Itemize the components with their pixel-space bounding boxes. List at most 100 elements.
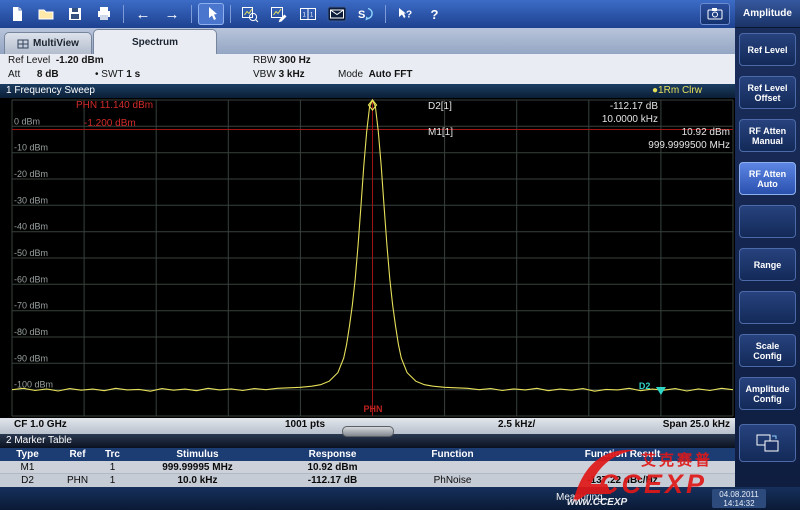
softkey-blank-1[interactable]	[739, 205, 796, 238]
col-function-result: Function Result	[510, 448, 735, 461]
date-time-display: 04.08.2011 14:14:32	[712, 489, 766, 508]
status-time: 14:14:32	[712, 499, 766, 508]
multiview-grid-icon	[17, 39, 29, 49]
zoom-trace-icon[interactable]	[237, 3, 263, 25]
back-icon[interactable]: ←	[130, 3, 156, 25]
sweep-window-title: 1 Frequency Sweep	[6, 85, 95, 96]
tab-spectrum-label: Spectrum	[132, 37, 178, 48]
svg-text:?: ?	[406, 10, 412, 21]
softkey-ref-level[interactable]: Ref Level	[739, 33, 796, 66]
window-splitter-handle[interactable]	[342, 426, 394, 437]
context-help-icon[interactable]: ?	[392, 3, 418, 25]
softkey-amplitude-config[interactable]: Amplitude Config	[739, 377, 796, 410]
cell-stimulus: 10.0 kHz	[125, 474, 270, 487]
toolbar-separator	[191, 5, 192, 23]
trace-info[interactable]: ●1Rm Clrw	[652, 85, 702, 96]
col-ref: Ref	[55, 448, 100, 461]
marker-table-row-d2[interactable]: D2 PHN 1 10.0 kHz -112.17 dB PhNoise -13…	[0, 474, 735, 487]
marker-table-row-m1[interactable]: M1 1 999.99995 MHz 10.92 dBm	[0, 461, 735, 474]
tab-multiview-label: MultiView	[33, 38, 79, 49]
settings-strip: Ref Level -1.20 dBm RBW 300 Hz Att 8 dB …	[0, 54, 735, 84]
softkey-range[interactable]: Range	[739, 248, 796, 281]
ref-level-setting[interactable]: Ref Level -1.20 dBm	[8, 55, 104, 66]
softkey-rf-atten-manual[interactable]: RF Atten Manual	[739, 119, 796, 152]
svg-text:-10 dBm: -10 dBm	[14, 143, 48, 153]
col-trc: Trc	[100, 448, 125, 461]
spectrum-analyzer-app: ← → 11 S ? ?	[0, 0, 800, 510]
sweep-points: 1001 pts	[285, 419, 325, 430]
status-bar: Measuring... 04.08.2011 14:14:32	[0, 487, 800, 510]
softkey-rf-atten-auto[interactable]: RF Atten Auto	[739, 162, 796, 195]
print-icon[interactable]	[91, 3, 117, 25]
tab-spectrum[interactable]: Spectrum	[93, 29, 217, 54]
svg-text:S: S	[358, 9, 365, 21]
cell-stimulus: 999.99995 MHz	[125, 461, 270, 473]
forward-icon[interactable]: →	[159, 3, 185, 25]
svg-text:1: 1	[303, 13, 307, 19]
open-folder-icon[interactable]	[33, 3, 59, 25]
softkey-ref-level-offset[interactable]: Ref Level Offset	[739, 76, 796, 109]
softkey-menu-header: Amplitude	[735, 0, 800, 28]
m1-response: 10.92 dBm	[540, 126, 730, 139]
toolbar: ← → 11 S ? ?	[0, 0, 735, 28]
col-response: Response	[270, 448, 395, 461]
svg-text:-50 dBm: -50 dBm	[14, 248, 48, 258]
softkey-scale-config[interactable]: Scale Config	[739, 334, 796, 367]
mail-icon[interactable]	[324, 3, 350, 25]
cell-function: PhNoise	[395, 474, 510, 487]
edit-trace-icon[interactable]	[266, 3, 292, 25]
svg-text:-90 dBm: -90 dBm	[14, 353, 48, 363]
m1-marker-values: 10.92 dBm 999.9999500 MHz	[540, 126, 730, 152]
svg-text:PHN: PHN	[364, 404, 383, 414]
toolbar-separator	[385, 5, 386, 23]
split-view-icon[interactable]: 11	[295, 3, 321, 25]
cell-trc: 1	[100, 461, 125, 473]
center-frequency: CF 1.0 GHz	[14, 419, 67, 430]
svg-text:0 dBm: 0 dBm	[14, 116, 40, 126]
att-setting[interactable]: Att 8 dB	[8, 69, 59, 80]
svg-text:-60 dBm: -60 dBm	[14, 274, 48, 284]
cell-function-result: -137.22 dBc/Hz	[510, 474, 735, 487]
help-icon[interactable]: ?	[421, 3, 447, 25]
toolbar-separator	[230, 5, 231, 23]
softkey-sidebar: Amplitude Ref Level Ref Level Offset RF …	[735, 0, 800, 487]
marker-table-header: Type Ref Trc Stimulus Response Function …	[0, 448, 735, 461]
mode-setting[interactable]: Mode Auto FFT	[338, 69, 412, 80]
status-date: 04.08.2011	[712, 490, 766, 499]
svg-text:-80 dBm: -80 dBm	[14, 327, 48, 337]
svg-text:1: 1	[310, 13, 314, 19]
d2-stimulus: 10.0000 kHz	[500, 113, 658, 126]
sweep-window-titlebar[interactable]: 1 Frequency Sweep ●1Rm Clrw	[0, 84, 735, 98]
vbw-setting[interactable]: VBW 3 kHz	[253, 69, 305, 80]
toolbar-separator	[123, 5, 124, 23]
svg-text:?: ?	[431, 7, 439, 22]
m1-stimulus: 999.9999500 MHz	[540, 139, 730, 152]
pointer-icon[interactable]	[198, 3, 224, 25]
scale-per-div: 2.5 kHz/	[498, 419, 535, 430]
d2-marker-label: D2[1]	[428, 100, 452, 113]
d2-response: -112.17 dB	[500, 100, 658, 113]
svg-text:D2: D2	[639, 381, 651, 391]
save-icon[interactable]	[62, 3, 88, 25]
screenshot-camera-button[interactable]	[700, 3, 730, 25]
sequencer-icon[interactable]: S	[353, 3, 379, 25]
cell-function	[395, 461, 510, 473]
swt-setting[interactable]: • SWT 1 s	[95, 69, 140, 80]
spectrum-display[interactable]: 0 dBm-10 dBm-20 dBm-30 dBm-40 dBm-50 dBm…	[0, 98, 735, 418]
span-value: Span 25.0 kHz	[630, 419, 730, 430]
cell-trc: 1	[100, 474, 125, 487]
tab-bar: MultiView Spectrum	[0, 28, 735, 54]
new-document-icon[interactable]	[4, 3, 30, 25]
ref-line-label: -1.200 dBm	[84, 117, 136, 130]
tab-multiview[interactable]: MultiView	[4, 32, 92, 54]
phn-power-label: PHN 11.140 dBm	[76, 99, 153, 112]
cell-ref	[55, 461, 100, 473]
display-layout-icon	[755, 432, 781, 454]
col-type: Type	[0, 448, 55, 461]
col-stimulus: Stimulus	[125, 448, 270, 461]
softkey-blank-2[interactable]	[739, 291, 796, 324]
rbw-setting[interactable]: RBW 300 Hz	[253, 55, 311, 66]
cell-ref: PHN	[55, 474, 100, 487]
display-config-button[interactable]	[739, 424, 796, 462]
svg-text:-70 dBm: -70 dBm	[14, 301, 48, 311]
